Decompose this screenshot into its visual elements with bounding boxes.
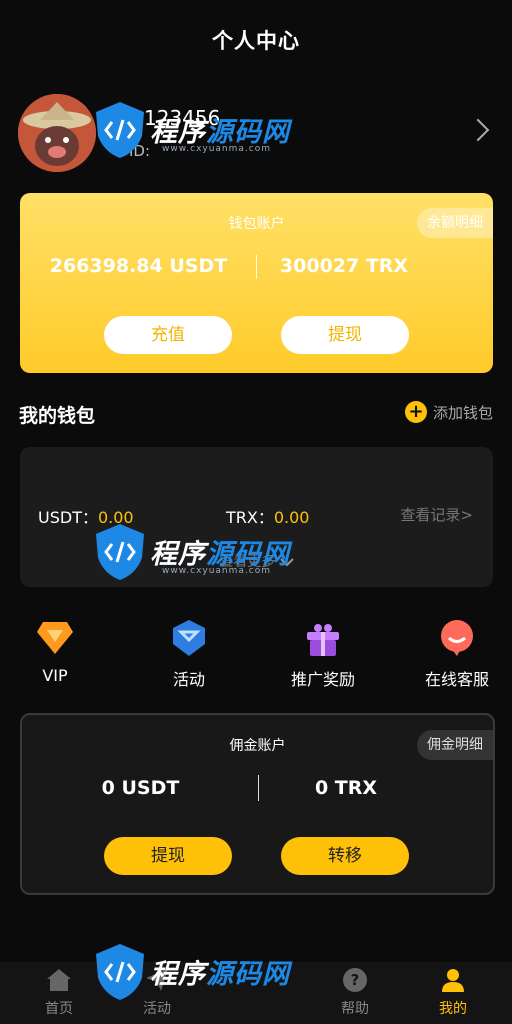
gift-box-icon [303,618,343,658]
page-title: 个人中心 [212,29,300,53]
shortcut-vip-label: VIP [42,666,68,685]
commission-transfer-button[interactable]: 转移 [281,837,409,875]
shortcut-activity[interactable]: 活动 [125,618,253,690]
trx-wallet-label: TRX： [226,508,274,527]
user-icon [439,966,467,994]
usdt-wallet-label: USDT： [38,508,98,527]
view-more-button[interactable]: 查看更多 [20,551,493,571]
add-wallet-label: 添加钱包 [432,403,493,422]
commission-trx-balance: 0 TRX [314,777,378,799]
shortcut-row: VIP 活动 推广奖励 在线客服 [0,618,512,690]
recharge-button[interactable]: 充值 [104,316,232,354]
shortcut-vip[interactable]: VIP [0,618,119,685]
my-wallet-card: USDT：0.00 TRX：0.00 查看记录> 查看更多 [20,447,493,587]
balance-detail-button[interactable]: 余额明细 [417,208,493,238]
home-icon [45,966,73,994]
plus-icon: + [404,401,427,423]
send-icon [143,966,171,994]
commission-detail-button[interactable]: 佣金明细 [417,730,493,760]
chat-bubble-icon [437,618,477,658]
withdraw-button[interactable]: 提现 [281,316,409,354]
view-records-link[interactable]: 查看记录> [400,504,473,525]
commission-usdt-balance: 0 USDT [101,777,180,799]
shortcut-referral[interactable]: 推广奖励 [259,618,387,690]
trx-wallet-row: TRX：0.00 [226,504,309,528]
trx-balance: 300027 TRX [279,255,409,277]
shortcut-referral-label: 推广奖励 [290,670,355,689]
tab-help-label: 帮助 [341,1001,369,1017]
page-header: 个人中心 [0,0,512,80]
add-wallet-button[interactable]: + 添加钱包 [404,401,493,423]
activity-badge-icon [169,618,209,658]
commission-account-card: 佣金账户 佣金明细 0 USDT 0 TRX 提现 转移 [20,713,495,895]
uid-label: UID: [118,142,151,160]
profile-section[interactable]: 123456 UID: [18,94,494,176]
help-icon: ? [341,966,369,994]
view-more-label: 查看更多 [219,554,276,570]
my-wallet-title: 我的钱包 [19,405,96,427]
vip-diamond-icon [35,618,75,658]
tab-help[interactable]: ? 帮助 [305,966,405,1018]
wallet-account-card: 钱包账户 余额明细 266398.84 USDT 300027 TRX 充值 提… [20,193,493,373]
bottom-tab-bar: 首页 活动 ? 帮助 我的 [0,962,512,1024]
usdt-wallet-value: 0.00 [97,508,134,527]
tab-mine-label: 我的 [439,1001,467,1017]
avatar[interactable] [18,94,96,172]
usdt-wallet-row: USDT：0.00 [38,504,134,528]
usdt-balance: 266398.84 USDT [49,255,228,277]
svg-text:?: ? [351,971,360,989]
tab-home-label: 首页 [45,1001,73,1017]
shortcut-customer-service[interactable]: 在线客服 [393,618,512,690]
tab-home[interactable]: 首页 [9,966,109,1018]
shortcut-activity-label: 活动 [172,670,205,689]
commission-withdraw-button[interactable]: 提现 [104,837,232,875]
chevron-down-icon [280,558,294,567]
tab-activity[interactable]: 活动 [107,966,207,1018]
tab-mine[interactable]: 我的 [403,966,503,1018]
chevron-right-icon[interactable] [466,118,490,142]
trx-wallet-value: 0.00 [273,508,310,527]
username: 123456 [144,106,221,130]
tab-activity-label: 活动 [143,1001,171,1017]
shortcut-customer-service-label: 在线客服 [424,670,489,689]
